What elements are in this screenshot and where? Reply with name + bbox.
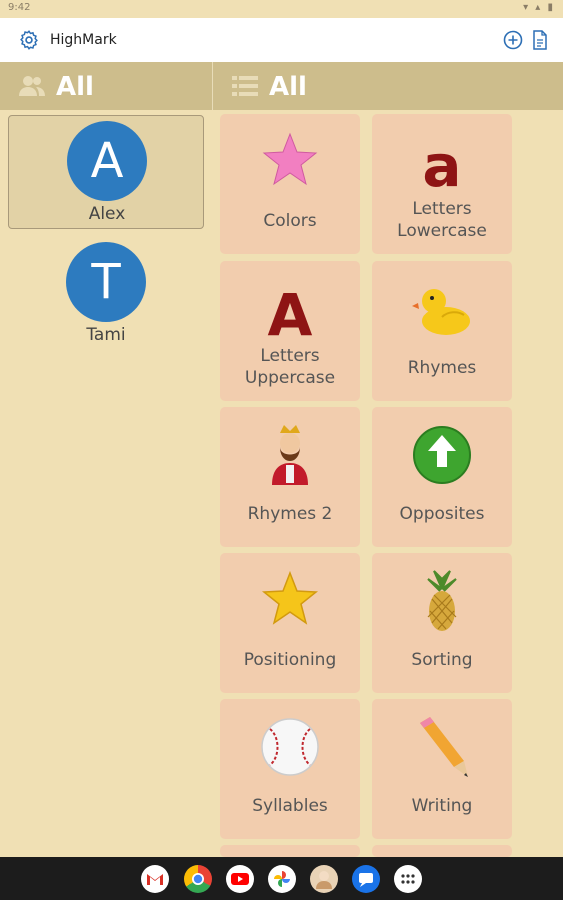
king-icon: [272, 425, 308, 485]
category-tile-rhymes[interactable]: Rhymes: [372, 261, 512, 401]
gold-star-icon: [261, 570, 319, 625]
messages-icon[interactable]: [352, 865, 380, 893]
pineapple-icon: [427, 570, 457, 631]
tile-label: Letters Uppercase: [244, 346, 336, 388]
tile-label: Colors: [263, 211, 317, 231]
categories-header[interactable]: All: [213, 62, 563, 110]
gmail-icon[interactable]: [141, 865, 169, 893]
user-item-alex[interactable]: A Alex: [8, 115, 204, 229]
category-tile-rhymes-2[interactable]: Rhymes 2: [220, 407, 360, 547]
settings-gear-icon[interactable]: [18, 29, 40, 51]
tile-label: Syllables: [252, 796, 328, 816]
tile-label: Positioning: [243, 650, 337, 670]
pencil-icon: [420, 717, 468, 777]
app-title: HighMark: [50, 32, 117, 48]
user-item-tami[interactable]: T Tami: [8, 237, 204, 351]
taskbar: [0, 857, 563, 900]
category-tile-partial[interactable]: [372, 845, 512, 857]
category-tile-opposites[interactable]: Opposites: [372, 407, 512, 547]
avatar: T: [66, 242, 146, 322]
baseball-icon: [261, 718, 319, 776]
add-circle-icon[interactable]: [503, 30, 523, 50]
category-tile-positioning[interactable]: Positioning: [220, 553, 360, 693]
user-name: Alex: [88, 204, 126, 224]
svg-text:a: a: [422, 132, 461, 194]
tile-label: Rhymes: [407, 358, 477, 378]
status-icons: ▾ ▴ ▮: [523, 2, 555, 13]
youtube-icon[interactable]: [226, 865, 254, 893]
tile-label: Writing: [411, 796, 473, 816]
users-header[interactable]: All: [0, 62, 212, 110]
tile-label: Sorting: [411, 650, 473, 670]
pink-star-icon: [262, 132, 318, 186]
user-name: Tami: [86, 325, 126, 345]
photos-icon[interactable]: [268, 865, 296, 893]
category-tile-sorting[interactable]: Sorting: [372, 553, 512, 693]
lowercase-a-icon: a: [422, 132, 461, 194]
categories-header-label: All: [269, 72, 307, 102]
status-bar: 9:42 ▾ ▴ ▮: [0, 0, 563, 18]
app-bar: HighMark: [0, 18, 563, 63]
users-header-label: All: [56, 72, 94, 102]
contact-avatar-icon[interactable]: [310, 865, 338, 893]
category-tile-colors[interactable]: Colors: [220, 114, 360, 254]
svg-text:A: A: [268, 281, 313, 341]
list-icon: [232, 76, 258, 96]
tile-label: Rhymes 2: [247, 504, 333, 524]
tile-label: Opposites: [399, 504, 485, 524]
rubber-duck-icon: [412, 289, 470, 335]
category-tile-partial[interactable]: [220, 845, 360, 857]
users-icon: [19, 76, 45, 96]
category-tile-letters-uppercase[interactable]: A Letters Uppercase: [220, 261, 360, 401]
category-tile-syllables[interactable]: Syllables: [220, 699, 360, 839]
status-time: 9:42: [8, 2, 31, 13]
document-icon[interactable]: [531, 30, 549, 50]
avatar: A: [67, 121, 147, 201]
category-tile-writing[interactable]: Writing: [372, 699, 512, 839]
uppercase-a-icon: A: [268, 281, 313, 341]
category-tile-letters-lowercase[interactable]: a Letters Lowercase: [372, 114, 512, 254]
tile-label: Letters Lowercase: [397, 199, 487, 241]
app-drawer-icon[interactable]: [394, 865, 422, 893]
green-up-arrow-icon: [413, 426, 471, 484]
chrome-icon[interactable]: [184, 865, 212, 893]
